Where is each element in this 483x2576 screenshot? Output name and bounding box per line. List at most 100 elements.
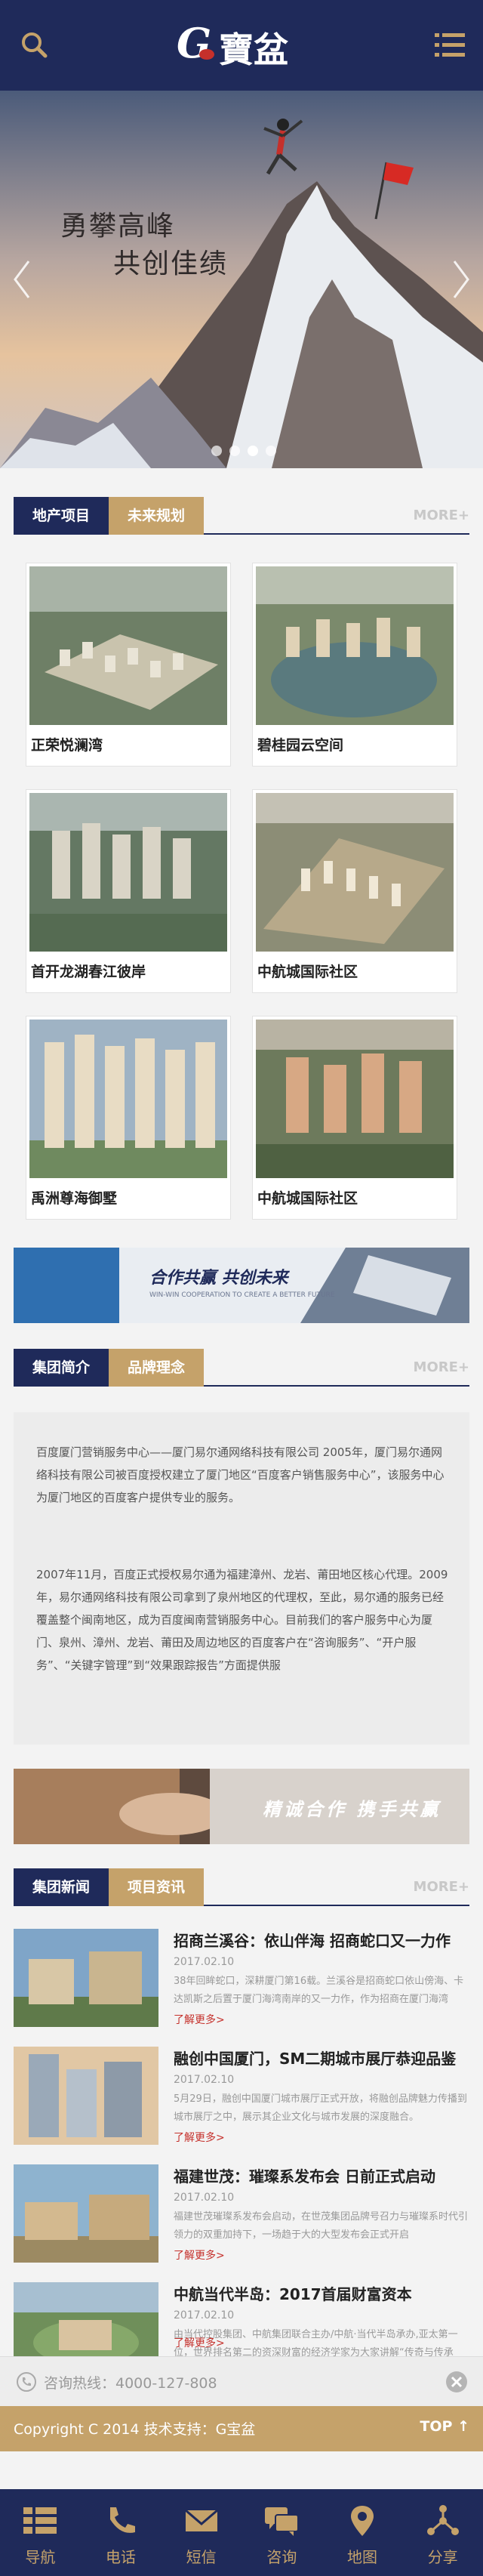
chevron-left-icon[interactable] [11,257,33,302]
project-name: 正荣悦澜湾 [31,737,103,754]
news-read-more-link[interactable]: 了解更多> [174,2247,225,2263]
map-pin-icon [351,2506,374,2536]
news-item[interactable]: 福建世茂：璀璨系发布会 日前正式启动 2017.02.10 福建世茂璀璨系发布会… [14,2164,469,2270]
news-read-more-link[interactable]: 了解更多> [174,2335,225,2350]
project-card[interactable]: 碧桂园云空间 [252,563,457,767]
bottom-nav-label: 咨询 [266,2548,297,2566]
project-card[interactable]: 中航城国际社区 [252,1016,457,1220]
ad-banner-cooperation[interactable]: 合作共赢 共创未来 WIN-WIN COOPERATION TO CREATE … [14,1248,469,1323]
chat-icon [265,2507,300,2536]
intro-paragraph: 百度厦门营销服务中心——厦门易尔通网络科技有限公司 2005年，厦门易尔通网络科… [36,1445,445,1504]
news-title[interactable]: 招商兰溪谷：依山伴海 招商蛇口又一力作 [174,1929,469,1951]
bottom-nav-label: 电话 [106,2548,136,2566]
share-icon [426,2505,459,2535]
hero-banner[interactable]: 勇攀高峰 共创佳绩 [0,91,483,468]
project-image [29,793,227,952]
news-item[interactable]: 融创中国厦门，SM二期城市展厅恭迎品鉴 2017.02.10 5月29日，融创中… [14,2047,469,2152]
bottom-nav-share[interactable]: 分享 [402,2489,483,2576]
news-title[interactable]: 中航当代半岛：2017首届财富资本 [174,2282,469,2304]
bottom-nav-label: 分享 [427,2548,458,2566]
banner-slogan-line1: 勇攀高峰 [60,211,176,242]
intro-more-link[interactable]: MORE+ [414,1349,469,1387]
envelope-icon [184,2509,218,2531]
tab-brand-concept[interactable]: 品牌理念 [109,1349,204,1387]
tab-real-estate-projects[interactable]: 地产项目 [14,497,109,535]
news-description: 福建世茂璀璨系发布会启动，在世茂集团品牌号召力与璀璨系时代引领力的双重加持下，一… [174,2211,469,2241]
project-name: 禹洲尊海御墅 [31,1190,118,1207]
news-description: 5月29日，融创中国厦门城市展厅正式开放，将融创品牌魅力传播到城市展厅之中，展示… [174,2093,467,2123]
news-thumbnail [14,1929,158,2027]
search-icon[interactable] [18,29,51,62]
ad-cooperation-text: 合作共赢 共创未来 [149,1269,288,1288]
news-title[interactable]: 福建世茂：璀璨系发布会 日前正式启动 [174,2164,469,2186]
close-icon[interactable] [445,2371,468,2393]
grid-list-icon [23,2507,57,2534]
bottom-nav-phone[interactable]: 电话 [81,2489,162,2576]
projects-more-link[interactable]: MORE+ [414,497,469,535]
news-date: 2017.02.10 [174,2074,235,2086]
project-card[interactable]: 首开龙湖春江彼岸 [26,789,231,993]
news-item[interactable]: 招商兰溪谷：依山伴海 招商蛇口又一力作 2017.02.10 38年回眸蛇口，深… [14,1929,469,2035]
news-section-header: 集团新闻 项目资讯 MORE+ [14,1868,469,1906]
tab-group-news[interactable]: 集团新闻 [14,1868,109,1906]
bottom-nav-label: 短信 [186,2548,217,2566]
bottom-nav-sms[interactable]: 短信 [161,2489,242,2576]
site-logo[interactable]: G 寶盆 [174,12,309,79]
bottom-nav-consult[interactable]: 咨询 [242,2489,322,2576]
project-name: 中航城国际社区 [257,964,358,980]
menu-icon[interactable] [433,30,466,60]
project-image [256,793,454,952]
bottom-nav-navigation[interactable]: 导航 [0,2489,81,2576]
slide-dot-active[interactable] [248,446,258,456]
back-to-top-label: TOP [420,2418,453,2435]
project-card[interactable]: 禹洲尊海御墅 [26,1016,231,1220]
news-read-more-link[interactable]: 了解更多> [174,2012,225,2027]
news-read-more-link[interactable]: 了解更多> [174,2130,225,2145]
ad-handshake-text: 精诚合作 携手共赢 [263,1799,441,1820]
tab-group-intro[interactable]: 集团简介 [14,1349,109,1387]
hotline-text[interactable]: 咨询热线：4000-127-808 [44,2372,217,2392]
slide-dot[interactable] [211,446,222,456]
intro-section-header: 集团简介 品牌理念 MORE+ [14,1349,469,1387]
bottom-nav: 导航 电话 短信 咨询 地图 分享 [0,2489,483,2576]
project-image [29,566,227,725]
logo-text: 寶盆 [219,29,288,70]
chevron-right-icon[interactable] [450,257,472,302]
project-name: 中航城国际社区 [257,1190,358,1207]
phone-icon [110,2507,135,2533]
copyright-bar: Copyright C 2014 技术支持：G宝盆 TOP ↑ [0,2406,483,2451]
project-card[interactable]: 正荣悦澜湾 [26,563,231,767]
slide-indicators [211,446,276,456]
news-thumbnail [14,2164,158,2263]
project-name: 首开龙湖春江彼岸 [31,964,146,980]
news-date: 2017.02.10 [174,2192,235,2204]
news-date: 2017.02.10 [174,2309,235,2321]
ad-banner-handshake[interactable]: 精诚合作 携手共赢 [14,1769,469,1844]
news-description: 38年回眸蛇口，深耕厦门第16载。兰溪谷是招商蛇口依山傍海、卡达凯斯之后置于厦门… [174,1976,464,2005]
tab-project-news[interactable]: 项目资讯 [109,1868,204,1906]
mountain-illustration [0,91,483,468]
intro-paragraph: 2007年11月，百度正式授权易尔通为福建漳州、龙岩、莆田地区核心代理。2009… [36,1568,448,1672]
tab-future-planning[interactable]: 未来规划 [109,497,204,535]
news-title[interactable]: 融创中国厦门，SM二期城市展厅恭迎品鉴 [174,2047,469,2069]
project-image [256,1020,454,1178]
project-image [29,1020,227,1178]
banner-slogan-line2: 共创佳绩 [113,248,229,279]
bottom-nav-map[interactable]: 地图 [322,2489,403,2576]
slide-dot[interactable] [266,446,276,456]
news-item[interactable]: 中航当代半岛：2017首届财富资本 2017.02.10 由当代控股集团、中航集… [14,2282,469,2380]
back-to-top-button[interactable]: TOP ↑ [420,2418,469,2435]
project-image [256,566,454,725]
slide-dot[interactable] [229,446,240,456]
project-name: 碧桂园云空间 [257,737,344,754]
ad-cooperation-subtext: WIN-WIN COOPERATION TO CREATE A BETTER F… [149,1291,335,1299]
bottom-nav-label: 导航 [25,2548,56,2566]
hotline-bar[interactable]: 咨询热线：4000-127-808 [0,2356,483,2406]
group-intro-text: 百度厦门营销服务中心——厦门易尔通网络科技有限公司 2005年，厦门易尔通网络科… [14,1412,469,1745]
news-date: 2017.02.10 [174,1956,235,1968]
site-header: G 寶盆 [0,0,483,91]
project-card[interactable]: 中航城国际社区 [252,789,457,993]
svg-text:G: G [177,19,211,67]
news-more-link[interactable]: MORE+ [414,1868,469,1906]
copyright-text: Copyright C 2014 技术支持：G宝盆 [14,2421,256,2438]
